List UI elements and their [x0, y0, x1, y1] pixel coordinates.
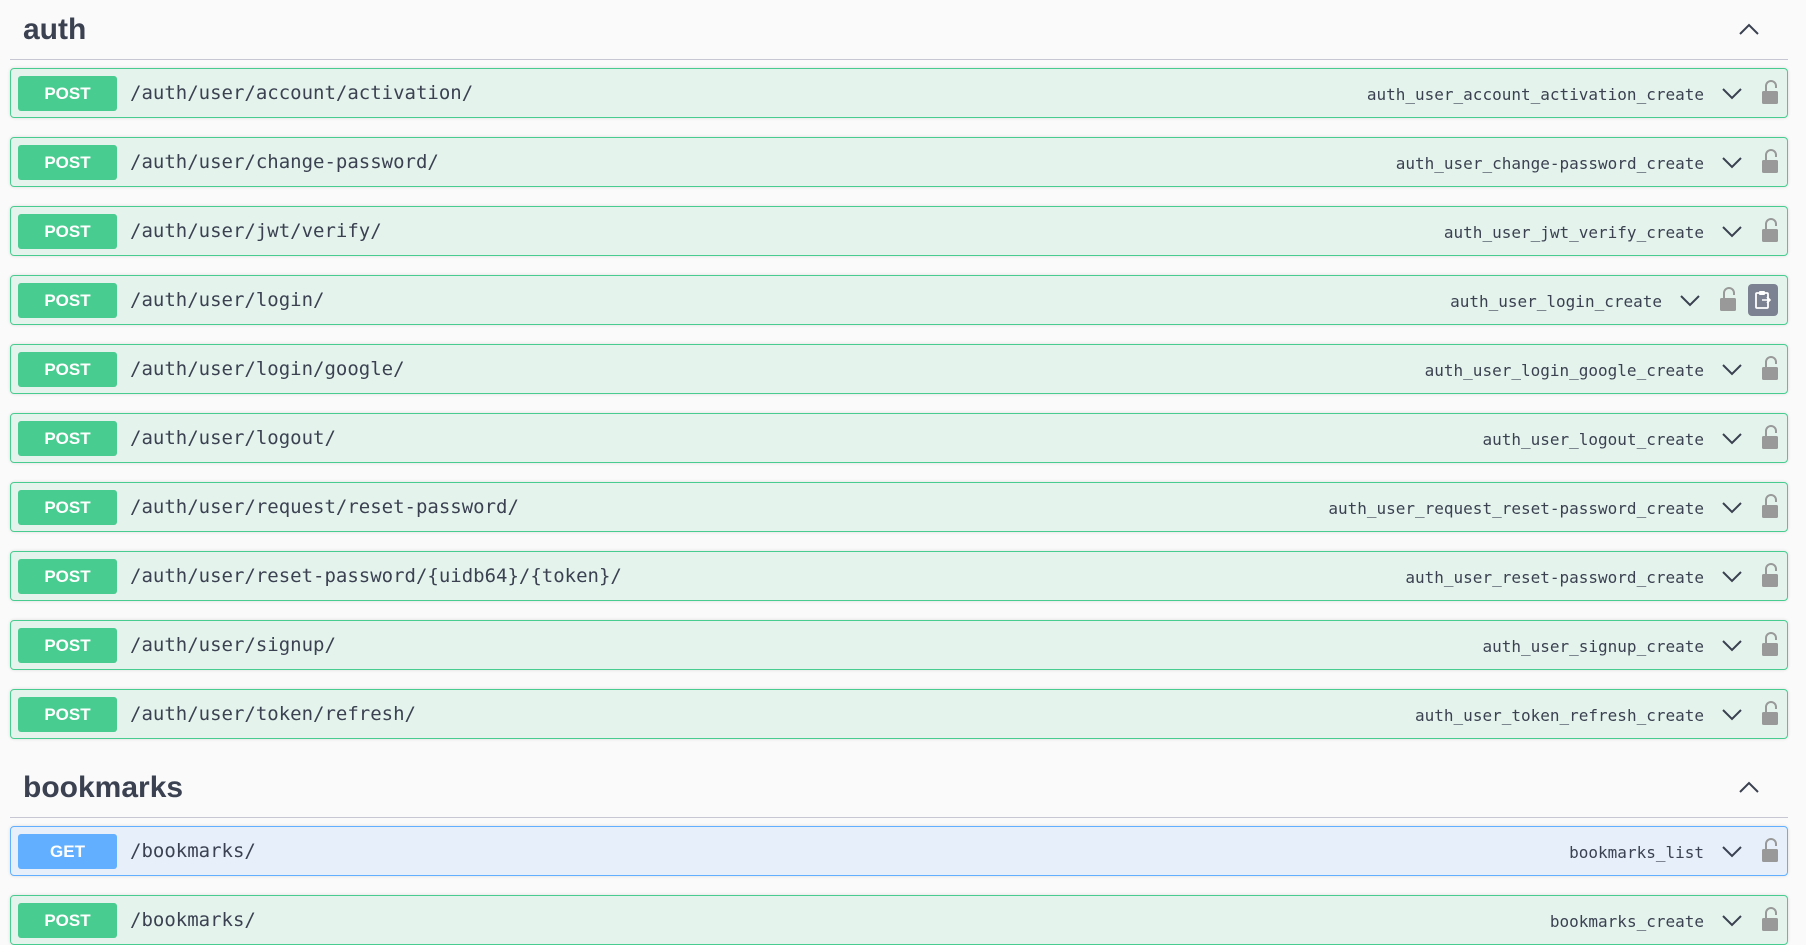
operation-row[interactable]: POST /auth/user/logout/ auth_user_logout…	[10, 413, 1788, 463]
endpoint-path[interactable]: /auth/user/login/google/	[130, 358, 405, 380]
unlocked-padlock-icon[interactable]	[1761, 218, 1779, 243]
unlocked-padlock-icon[interactable]	[1719, 287, 1737, 312]
unlocked-padlock-icon[interactable]	[1761, 425, 1779, 450]
chevron-down-icon[interactable]	[1721, 499, 1743, 515]
unlocked-padlock-icon[interactable]	[1761, 907, 1779, 932]
section-title[interactable]: auth	[23, 13, 86, 47]
chevron-down-icon[interactable]	[1721, 430, 1743, 446]
unlocked-padlock-icon[interactable]	[1761, 356, 1779, 381]
method-badge[interactable]: POST	[18, 421, 117, 456]
chevron-up-icon[interactable]	[1738, 778, 1760, 796]
operation-id: bookmarks_create	[1549, 912, 1704, 931]
operation-id: auth_user_token_refresh_create	[1415, 706, 1704, 725]
operation-row[interactable]: POST /auth/user/login/google/ auth_user_…	[10, 344, 1788, 394]
endpoint-path[interactable]: /auth/user/change-password/	[130, 151, 439, 173]
method-badge[interactable]: POST	[18, 283, 117, 318]
operation-id: auth_user_request_reset-password_create	[1328, 499, 1704, 518]
endpoint-path[interactable]: /auth/user/signup/	[130, 634, 336, 656]
operations-list-auth: POST /auth/user/account/activation/ auth…	[0, 60, 1806, 739]
chevron-up-icon[interactable]	[1738, 20, 1760, 38]
operation-row[interactable]: POST /auth/user/signup/ auth_user_signup…	[10, 620, 1788, 670]
chevron-down-icon[interactable]	[1721, 637, 1743, 653]
operation-row[interactable]: POST /auth/user/token/refresh/ auth_user…	[10, 689, 1788, 739]
method-badge[interactable]: GET	[18, 834, 117, 869]
operation-row[interactable]: POST /auth/user/request/reset-password/ …	[10, 482, 1788, 532]
operation-row[interactable]: POST /auth/user/change-password/ auth_us…	[10, 137, 1788, 187]
method-badge[interactable]: POST	[18, 490, 117, 525]
copy-to-clipboard-icon	[1755, 291, 1772, 309]
operations-list-bookmarks: GET /bookmarks/ bookmarks_list POST /boo…	[0, 818, 1806, 945]
chevron-down-icon[interactable]	[1721, 912, 1743, 928]
operation-id: auth_user_login_create	[1450, 292, 1662, 311]
chevron-down-icon[interactable]	[1721, 85, 1743, 101]
operation-row[interactable]: POST /auth/user/jwt/verify/ auth_user_jw…	[10, 206, 1788, 256]
endpoint-path[interactable]: /auth/user/jwt/verify/	[130, 220, 382, 242]
unlocked-padlock-icon[interactable]	[1761, 149, 1779, 174]
operation-id: auth_user_reset-password_create	[1405, 568, 1704, 587]
chevron-down-icon[interactable]	[1721, 568, 1743, 584]
method-badge[interactable]: POST	[18, 76, 117, 111]
operation-id: auth_user_change-password_create	[1395, 154, 1704, 173]
method-badge[interactable]: POST	[18, 628, 117, 663]
endpoint-path[interactable]: /auth/user/logout/	[130, 427, 336, 449]
unlocked-padlock-icon[interactable]	[1761, 632, 1779, 657]
operation-id: auth_user_login_google_create	[1424, 361, 1704, 380]
method-badge[interactable]: POST	[18, 145, 117, 180]
method-badge[interactable]: POST	[18, 352, 117, 387]
unlocked-padlock-icon[interactable]	[1761, 701, 1779, 726]
operation-row[interactable]: POST /auth/user/login/ auth_user_login_c…	[10, 275, 1788, 325]
section-header-auth[interactable]: auth	[10, 0, 1788, 60]
chevron-down-icon[interactable]	[1721, 361, 1743, 377]
unlocked-padlock-icon[interactable]	[1761, 494, 1779, 519]
endpoint-path[interactable]: /auth/user/login/	[130, 289, 324, 311]
method-badge[interactable]: POST	[18, 903, 117, 938]
chevron-down-icon[interactable]	[1721, 154, 1743, 170]
endpoint-path[interactable]: /auth/user/account/activation/	[130, 82, 473, 104]
endpoint-path[interactable]: /bookmarks/	[130, 909, 256, 931]
chevron-down-icon[interactable]	[1721, 706, 1743, 722]
chevron-down-icon[interactable]	[1679, 292, 1701, 308]
unlocked-padlock-icon[interactable]	[1761, 80, 1779, 105]
operation-id: auth_user_account_activation_create	[1366, 85, 1704, 104]
method-badge[interactable]: POST	[18, 697, 117, 732]
section-title[interactable]: bookmarks	[23, 771, 183, 805]
chevron-down-icon[interactable]	[1721, 843, 1743, 859]
copy-to-clipboard-button[interactable]	[1748, 284, 1778, 316]
operation-id: bookmarks_list	[1569, 843, 1704, 862]
endpoint-path[interactable]: /auth/user/token/refresh/	[130, 703, 416, 725]
endpoint-path[interactable]: /bookmarks/	[130, 840, 256, 862]
operation-id: auth_user_logout_create	[1482, 430, 1704, 449]
operation-id: auth_user_signup_create	[1482, 637, 1704, 656]
section-header-bookmarks[interactable]: bookmarks	[10, 758, 1788, 818]
operation-id: auth_user_jwt_verify_create	[1443, 223, 1704, 242]
operation-row[interactable]: GET /bookmarks/ bookmarks_list	[10, 826, 1788, 876]
section-bookmarks: bookmarks GET /bookmarks/ bookmarks_list…	[0, 758, 1806, 945]
operation-row[interactable]: POST /bookmarks/ bookmarks_create	[10, 895, 1788, 945]
unlocked-padlock-icon[interactable]	[1761, 838, 1779, 863]
endpoint-path[interactable]: /auth/user/request/reset-password/	[130, 496, 519, 518]
method-badge[interactable]: POST	[18, 559, 117, 594]
section-auth: auth POST /auth/user/account/activation/…	[0, 0, 1806, 739]
chevron-down-icon[interactable]	[1721, 223, 1743, 239]
endpoint-path[interactable]: /auth/user/reset-password/{uidb64}/{toke…	[130, 565, 622, 587]
unlocked-padlock-icon[interactable]	[1761, 563, 1779, 588]
operation-row[interactable]: POST /auth/user/reset-password/{uidb64}/…	[10, 551, 1788, 601]
method-badge[interactable]: POST	[18, 214, 117, 249]
operation-row[interactable]: POST /auth/user/account/activation/ auth…	[10, 68, 1788, 118]
